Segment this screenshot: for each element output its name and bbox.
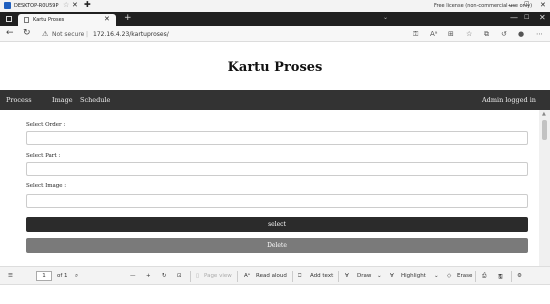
page-title: Kartu Proses <box>227 60 323 75</box>
zoom-out-icon[interactable]: — <box>130 273 136 279</box>
nav-process[interactable]: Process <box>6 96 32 104</box>
toolbar-divider <box>475 271 476 282</box>
pdf-toolbar: ☰ 1 of 1 ⌕ — + ↻ ⊡ ▯ Page view Aᵃ Read a… <box>0 266 550 285</box>
navbar: Process Image Schedule Admin logged in <box>0 90 550 110</box>
collections-icon[interactable]: ⧉ <box>484 30 489 39</box>
select-button[interactable]: select <box>26 217 528 232</box>
more-menu-icon[interactable]: ⋯ <box>536 30 543 38</box>
erase-button[interactable]: Erase <box>457 273 472 279</box>
delete-button[interactable]: Delete <box>26 238 528 253</box>
draw-button[interactable]: Draw <box>357 273 371 279</box>
print-icon[interactable]: ⎙ <box>482 273 486 280</box>
page-view-button[interactable]: Page view <box>204 273 232 279</box>
highlight-icon[interactable]: ∀ <box>390 273 394 279</box>
page-count: of 1 <box>57 273 68 279</box>
url-field[interactable]: 172.16.4.23/kartuproses/ <box>93 31 169 38</box>
toolbar-divider <box>338 271 339 282</box>
pdf-page-area <box>0 285 550 304</box>
image-select[interactable] <box>26 194 528 208</box>
maximize-button[interactable]: ☐ <box>524 1 529 8</box>
order-label: Select Order : <box>26 122 66 128</box>
highlight-options-chevron-icon[interactable]: ⌄ <box>434 273 439 279</box>
add-icon[interactable]: ✚ <box>84 0 91 9</box>
key-icon[interactable]: ⚿ <box>413 30 418 39</box>
profile-icon[interactable]: ● <box>518 30 524 38</box>
app-available-icon[interactable]: ⊞ <box>448 30 454 38</box>
part-select[interactable] <box>26 162 528 176</box>
scroll-thumb[interactable] <box>542 120 547 140</box>
contents-icon[interactable]: ☰ <box>8 273 13 279</box>
part-label: Select Part : <box>26 153 61 159</box>
add-text-button[interactable]: Add text <box>310 273 333 279</box>
app-name: DESKTOP-R0U59P <box>14 3 59 9</box>
fit-page-icon[interactable]: ⊡ <box>177 273 182 279</box>
tab-title: Kartu Proses <box>33 17 65 23</box>
read-aloud-button[interactable]: Read aloud <box>256 273 287 279</box>
add-text-icon[interactable]: ⎕ <box>298 273 301 280</box>
page-number-input[interactable]: 1 <box>36 271 52 281</box>
image-label: Select Image : <box>26 183 67 189</box>
form-area: Select Order : Select Part : Select Imag… <box>0 110 539 266</box>
draw-icon[interactable]: ∀ <box>345 273 349 279</box>
reload-icon[interactable]: ↻ <box>23 28 31 38</box>
toolbar-divider <box>511 271 512 282</box>
browser-maximize-button[interactable]: ☐ <box>524 14 529 21</box>
scroll-up-icon[interactable]: ▲ <box>542 111 546 117</box>
address-divider: | <box>86 31 89 38</box>
rotate-icon[interactable]: ↻ <box>162 273 167 279</box>
site-header: Kartu Proses <box>0 43 550 90</box>
favorite-star-icon[interactable]: ☆ <box>466 30 472 38</box>
search-icon[interactable]: ⌕ <box>75 273 78 280</box>
star-icon[interactable]: ☆ <box>63 1 69 9</box>
admin-status: Admin logged in <box>481 96 536 104</box>
app-icon <box>4 2 11 9</box>
page-view-icon[interactable]: ▯ <box>196 273 199 279</box>
not-secure-label[interactable]: Not secure <box>52 31 84 38</box>
browser-tab-strip: Kartu Proses ✕ + ⌄ — ☐ ✕ <box>0 12 550 26</box>
nav-image[interactable]: Image <box>52 96 73 104</box>
address-toolbar: ← ↻ ⚠ Not secure | 172.16.4.23/kartupros… <box>0 26 550 42</box>
history-icon[interactable]: ↺ <box>501 30 507 38</box>
tab-close-button[interactable]: ✕ <box>104 15 110 23</box>
vertical-scrollbar[interactable]: ▲ <box>539 110 550 266</box>
browser-minimize-button[interactable]: — <box>510 13 518 22</box>
license-text: Free license (non-commercial use only) <box>434 3 533 9</box>
toolbar-divider <box>237 271 238 282</box>
warning-icon[interactable]: ⚠ <box>42 30 48 38</box>
draw-options-chevron-icon[interactable]: ⌄ <box>377 273 382 279</box>
nav-schedule[interactable]: Schedule <box>80 96 110 104</box>
page-icon <box>24 17 29 23</box>
save-icon[interactable]: 🖫 <box>498 273 503 282</box>
toolbar-divider <box>190 271 191 282</box>
read-aloud-icon[interactable]: Aᵃ <box>244 273 250 279</box>
eraser-icon[interactable]: ◇ <box>447 273 451 279</box>
tab-search-icon[interactable]: ⌄ <box>383 14 388 21</box>
browser-close-button[interactable]: ✕ <box>539 13 546 22</box>
minimize-button[interactable]: — <box>508 1 515 9</box>
order-select[interactable] <box>26 131 528 145</box>
highlight-button[interactable]: Highlight <box>401 273 426 279</box>
read-aloud-icon[interactable]: Aᵃ <box>430 30 438 38</box>
window-close-button[interactable]: ✕ <box>540 1 546 9</box>
tab-actions-icon[interactable] <box>6 16 12 22</box>
new-tab-button[interactable]: + <box>124 13 132 23</box>
toolbar-divider <box>292 271 293 282</box>
back-arrow-icon[interactable]: ← <box>6 28 14 38</box>
app-title-bar: DESKTOP-R0U59P ☆ ✕ ✚ Free license (non-c… <box>0 0 550 12</box>
zoom-in-icon[interactable]: + <box>146 273 151 279</box>
close-icon[interactable]: ✕ <box>72 1 78 9</box>
browser-tab[interactable]: Kartu Proses ✕ <box>18 14 116 26</box>
settings-gear-icon[interactable]: ⚙ <box>517 273 522 279</box>
